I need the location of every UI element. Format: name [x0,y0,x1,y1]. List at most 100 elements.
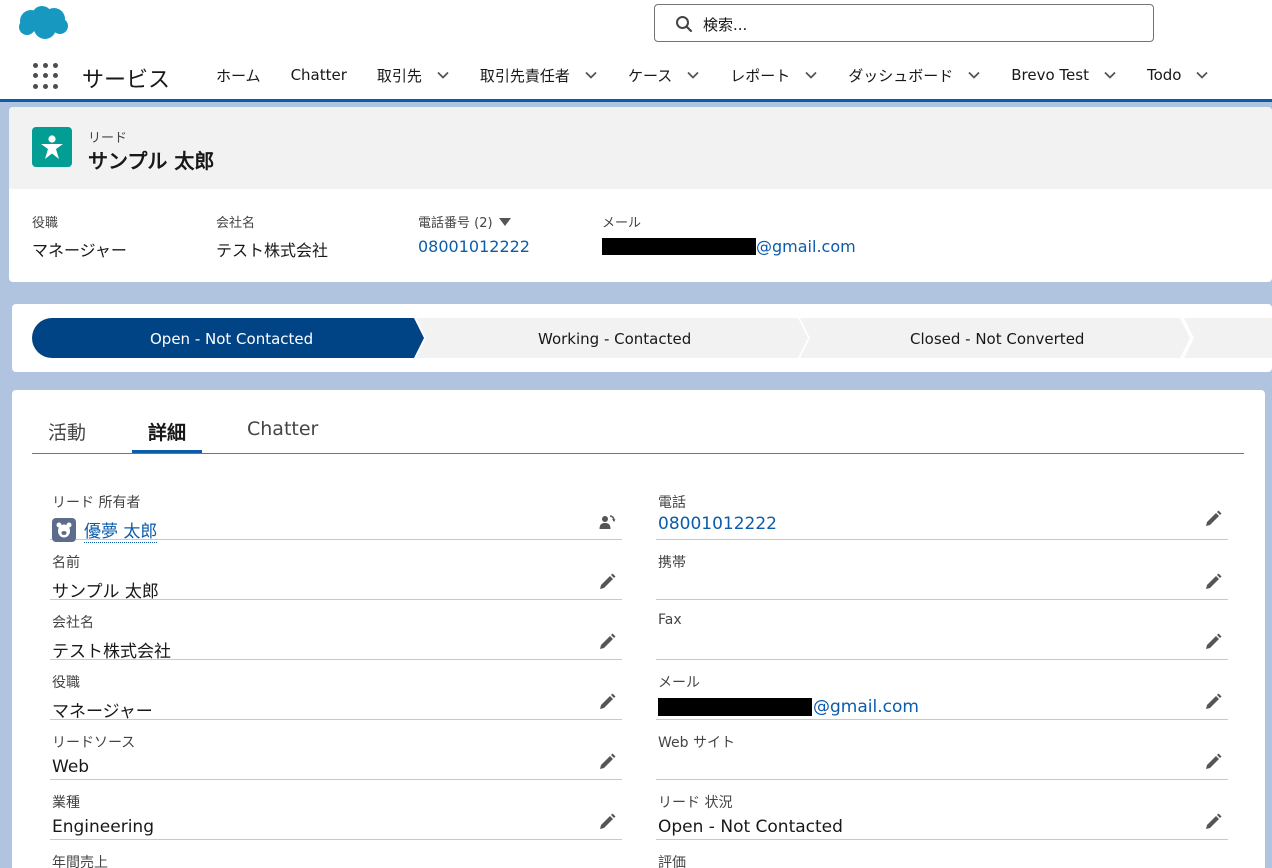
pencil-edit-icon[interactable] [598,813,616,831]
field-email: メール @gmail.com [656,660,1228,720]
email-link[interactable]: @gmail.com [658,697,919,717]
redaction-box [658,698,812,716]
field-phone: 電話 08001012222 [656,480,1228,540]
nav-item-label: 取引先責任者 [479,66,570,85]
field-website: Web サイト [656,720,1228,780]
nav-item-cases[interactable]: ケース [628,65,700,86]
nav-item-label: ダッシュボード [848,66,954,85]
email-link[interactable]: @gmail.com [602,237,856,256]
lead-icon [32,127,72,167]
chevron-down-icon[interactable] [967,68,981,82]
status-path: Open - Not Contacted Working - Contacted… [12,304,1272,372]
field-industry: 業種 Engineering [50,780,622,840]
field-label: 業種 [52,795,80,811]
highlight-email: メール @gmail.com [602,212,856,256]
email-suffix: @gmail.com [813,697,919,717]
field-label: リード 所有者 [52,495,141,511]
record-title: サンプル 太郎 [88,149,215,173]
nav-items: ホーム Chatter 取引先 取引先責任者 ケース レポート ダッシュボード … [216,48,1239,102]
field-name: 名前 サンプル 太郎 [50,540,622,602]
field-rating: 評価 [656,840,1228,868]
app-name: サービス [82,68,171,93]
nav-item-contacts[interactable]: 取引先責任者 [480,65,598,86]
chevron-down-icon[interactable] [436,68,450,82]
highlight-label[interactable]: 電話番号 (2) [418,212,530,231]
pencil-edit-icon[interactable] [1204,573,1222,591]
chevron-down-icon[interactable] [1195,68,1209,82]
chevron-down-icon[interactable] [686,68,700,82]
field-value: Engineering [52,817,154,837]
nav-item-todo[interactable]: Todo [1147,66,1210,84]
chevron-down-icon[interactable] [1103,68,1117,82]
pencil-edit-icon[interactable] [598,693,616,711]
global-header: 検索... [0,0,1272,48]
nav-item-label: Todo [1146,66,1182,84]
tab-chatter[interactable]: Chatter [247,418,318,440]
phone-count-label: 電話番号 (2) [418,216,493,231]
nav-item-accounts[interactable]: 取引先 [377,65,450,86]
nav-item-label: 取引先 [376,66,422,85]
field-title: 役職 マネージャー [50,660,622,722]
field-label: メール [658,675,700,691]
nav-item-chatter[interactable]: Chatter [291,66,347,84]
chevron-down-icon[interactable] [804,68,818,82]
highlight-label: 役職 [32,216,59,231]
pencil-edit-icon[interactable] [1204,510,1222,528]
nav-item-brevo-test[interactable]: Brevo Test [1011,66,1117,84]
caret-down-icon[interactable] [498,217,511,226]
person-star-icon [41,135,63,159]
path-step-next-bg [1184,318,1272,358]
global-search-input[interactable]: 検索... [654,4,1154,42]
path-step-closed[interactable]: Closed - Not Converted [910,330,1084,348]
nav-item-label: レポート [730,66,791,85]
pencil-edit-icon[interactable] [598,573,616,591]
path-step-open[interactable]: Open - Not Contacted [150,330,313,348]
chevron-down-icon[interactable] [584,68,598,82]
field-lead-status: リード 状況 Open - Not Contacted [656,780,1228,840]
nav-item-label: ケース [627,66,673,85]
nav-item-label: Chatter [290,66,347,84]
record-header: リード サンプル 太郎 [9,107,1272,189]
highlight-value: テスト株式会社 [216,241,329,260]
field-lead-owner: リード 所有者 優夢 太郎 [50,480,622,543]
highlight-label: メール [602,216,642,231]
tab-details[interactable]: 詳細 [148,418,186,445]
field-annual-revenue: 年間売上 [50,840,622,868]
pencil-edit-icon[interactable] [1204,693,1222,711]
nav-item-dashboards[interactable]: ダッシュボード [848,65,981,86]
salesforce-cloud-logo[interactable] [17,4,69,40]
change-owner-icon[interactable] [598,513,616,531]
field-label: 電話 [658,495,686,511]
field-fax: Fax [656,600,1228,660]
active-tab-indicator [132,450,202,453]
search-icon [676,16,693,33]
details-right-column: 電話 08001012222 携帯 Fax メール @gmail.com Web… [656,480,1228,868]
phone-link[interactable]: 08001012222 [418,237,530,256]
field-label: Fax [658,612,682,628]
field-label: リード 状況 [658,795,733,811]
phone-link[interactable]: 08001012222 [658,514,777,534]
field-label: 名前 [52,555,80,571]
field-value: Web [52,757,90,777]
pencil-edit-icon[interactable] [598,753,616,771]
nav-item-reports[interactable]: レポート [730,65,818,86]
tab-activity[interactable]: 活動 [48,418,86,445]
details-left-column: リード 所有者 優夢 太郎 名前 サンプル 太郎 会社名 テスト株式会社 役職 … [50,480,622,868]
app-launcher-icon[interactable] [33,63,59,89]
nav-item-label: Brevo Test [1011,66,1089,84]
nav-item-home[interactable]: ホーム [216,65,261,86]
field-value: サンプル 太郎 [52,582,159,602]
field-label: 役職 [52,675,80,691]
pencil-edit-icon[interactable] [1204,753,1222,771]
object-label: リード [88,131,128,146]
path-step-working[interactable]: Working - Contacted [538,330,691,348]
pencil-edit-icon[interactable] [1204,813,1222,831]
record-tabs: 活動 詳細 Chatter [32,390,1244,454]
pencil-edit-icon[interactable] [1204,633,1222,651]
field-label: 携帯 [658,555,686,571]
email-suffix: @gmail.com [756,237,856,256]
field-label: 評価 [658,855,686,868]
pencil-edit-icon[interactable] [598,633,616,651]
redaction-box [602,238,756,255]
record-detail-card: 活動 詳細 Chatter リード 所有者 優夢 太郎 名前 サンプル 太郎 会… [12,390,1265,868]
